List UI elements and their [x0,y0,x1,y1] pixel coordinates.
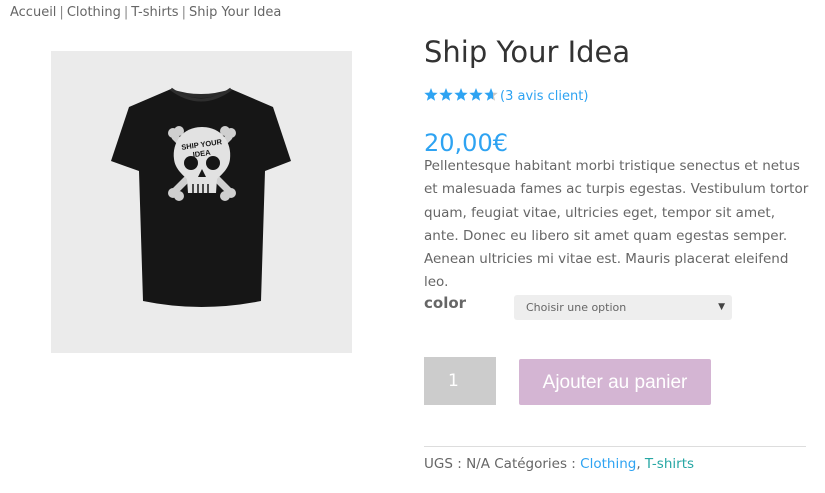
tshirt-skull-image: SHIP YOUR IDEA [111,87,291,307]
reviews-link[interactable]: (3 avis client) [500,89,588,104]
quantity-input[interactable]: 1 [424,357,496,405]
breadcrumb-separator: | [123,5,129,20]
divider [424,446,806,447]
product-image[interactable]: SHIP YOUR IDEA [51,51,352,353]
categories-label: Catégories : [494,456,576,472]
product-rating: (3 avis client) [424,86,588,104]
star-rating-icon [424,87,498,106]
sku-value: N/A [466,456,490,472]
breadcrumb: Accueil | Clothing | T-shirts | Ship Your Idea [10,5,281,21]
product-price: 20,00€ [424,129,508,157]
breadcrumb-home-link[interactable]: Accueil [10,5,56,20]
product-meta: UGS : N/A Catégories : Clothing, T-shirt… [424,456,695,472]
category-link-tshirts[interactable]: T-shirts [645,456,694,472]
product-title: Ship Your Idea [424,35,631,69]
breadcrumb-clothing-link[interactable]: Clothing [67,5,121,20]
color-select[interactable]: Choisir une option ▼ [514,295,732,320]
chevron-down-icon: ▼ [718,302,725,312]
color-select-value: Choisir une option [526,301,627,314]
breadcrumb-separator: | [181,5,186,20]
breadcrumb-separator: | [59,5,64,20]
variation-label: color [424,294,467,312]
breadcrumb-current: Ship Your Idea [188,5,282,20]
sku-label: UGS : [424,456,462,472]
breadcrumb-tshirts-link[interactable]: T-shirts [131,5,178,20]
category-link-clothing[interactable]: Clothing [580,456,636,472]
product-description: Pellentesque habitant morbi tristique se… [424,158,809,291]
add-to-cart-button[interactable]: Ajouter au panier [519,359,711,405]
